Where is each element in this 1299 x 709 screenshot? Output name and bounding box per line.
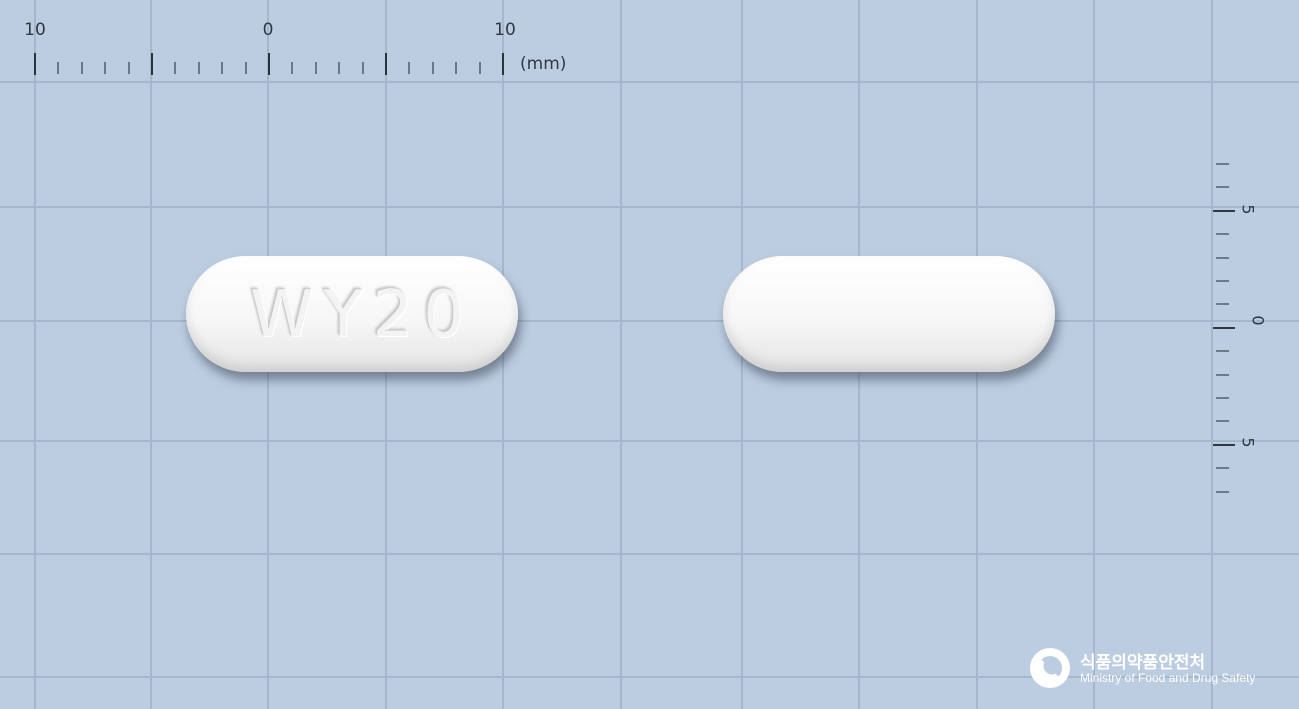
grid-line: [0, 206, 1299, 208]
grid-line: [150, 0, 152, 709]
tablet-front: WY20: [186, 256, 518, 372]
ruler-minor-tick: [1216, 490, 1229, 493]
ruler-minor-tick: [408, 62, 411, 74]
ruler-minor-tick: [314, 62, 317, 74]
ruler-label: 10: [24, 20, 46, 40]
ruler-minor-tick: [478, 62, 481, 74]
ruler-major-tick: [151, 53, 153, 75]
mfds-emblem-icon: [1030, 648, 1070, 688]
logo-korean-text: 식품의약품안전처: [1080, 653, 1206, 673]
pill-photo-canvas: 10 0 10 (mm) 5 0 5 WY20 식품의약품안전처 Ministr…: [0, 0, 1299, 709]
ruler-minor-tick: [1216, 256, 1229, 259]
ruler-minor-tick: [1216, 350, 1229, 353]
ruler-label: 0: [1248, 315, 1268, 326]
ruler-minor-tick: [1216, 373, 1229, 376]
ruler-minor-tick: [1216, 186, 1229, 189]
grid-line: [1093, 0, 1095, 709]
ruler-minor-tick: [1216, 280, 1229, 282]
ruler-major-tick: [34, 53, 36, 75]
grid-line: [502, 0, 504, 709]
grid-line: [0, 81, 1299, 83]
ruler-major-tick: [1213, 326, 1235, 329]
ruler-minor-tick: [244, 62, 247, 74]
grid-line: [0, 553, 1299, 555]
ruler-minor-tick: [1216, 467, 1229, 470]
ruler-minor-tick: [455, 62, 458, 74]
ruler-minor-tick: [1216, 163, 1229, 165]
ruler-label: 5: [1238, 204, 1258, 215]
ruler-minor-tick: [361, 62, 364, 74]
grid-line: [0, 440, 1299, 442]
grid-line: [34, 0, 36, 709]
logo-english-text: Ministry of Food and Drug Safety: [1080, 671, 1256, 685]
tablet-back: [723, 256, 1055, 372]
ruler-minor-tick: [104, 62, 107, 74]
ruler-minor-tick: [1216, 303, 1229, 306]
ruler-minor-tick: [174, 62, 177, 74]
ruler-major-tick: [1213, 209, 1235, 212]
ruler-major-tick: [268, 53, 270, 75]
ruler-minor-tick: [80, 62, 83, 74]
ruler-minor-tick: [1216, 420, 1229, 423]
ruler-minor-tick: [338, 62, 341, 74]
ruler-major-tick: [1213, 443, 1235, 446]
grid-line: [1211, 0, 1213, 709]
ruler-major-tick: [502, 53, 504, 75]
ruler-label: 5: [1238, 437, 1258, 448]
ruler-label: 10: [494, 20, 516, 40]
tablet-imprint: WY20: [250, 278, 474, 352]
grid-line: [620, 0, 622, 709]
ruler-minor-tick: [1216, 397, 1229, 399]
ruler-minor-tick: [221, 62, 224, 74]
ruler-label: 0: [262, 20, 274, 40]
ruler-minor-tick: [57, 62, 60, 74]
ruler-unit: (mm): [520, 54, 567, 74]
ruler-minor-tick: [197, 62, 200, 74]
ruler-minor-tick: [1216, 233, 1229, 236]
ruler-minor-tick: [431, 62, 434, 74]
ruler-minor-tick: [291, 62, 294, 74]
ruler-major-tick: [385, 53, 387, 75]
ruler-minor-tick: [127, 62, 130, 74]
